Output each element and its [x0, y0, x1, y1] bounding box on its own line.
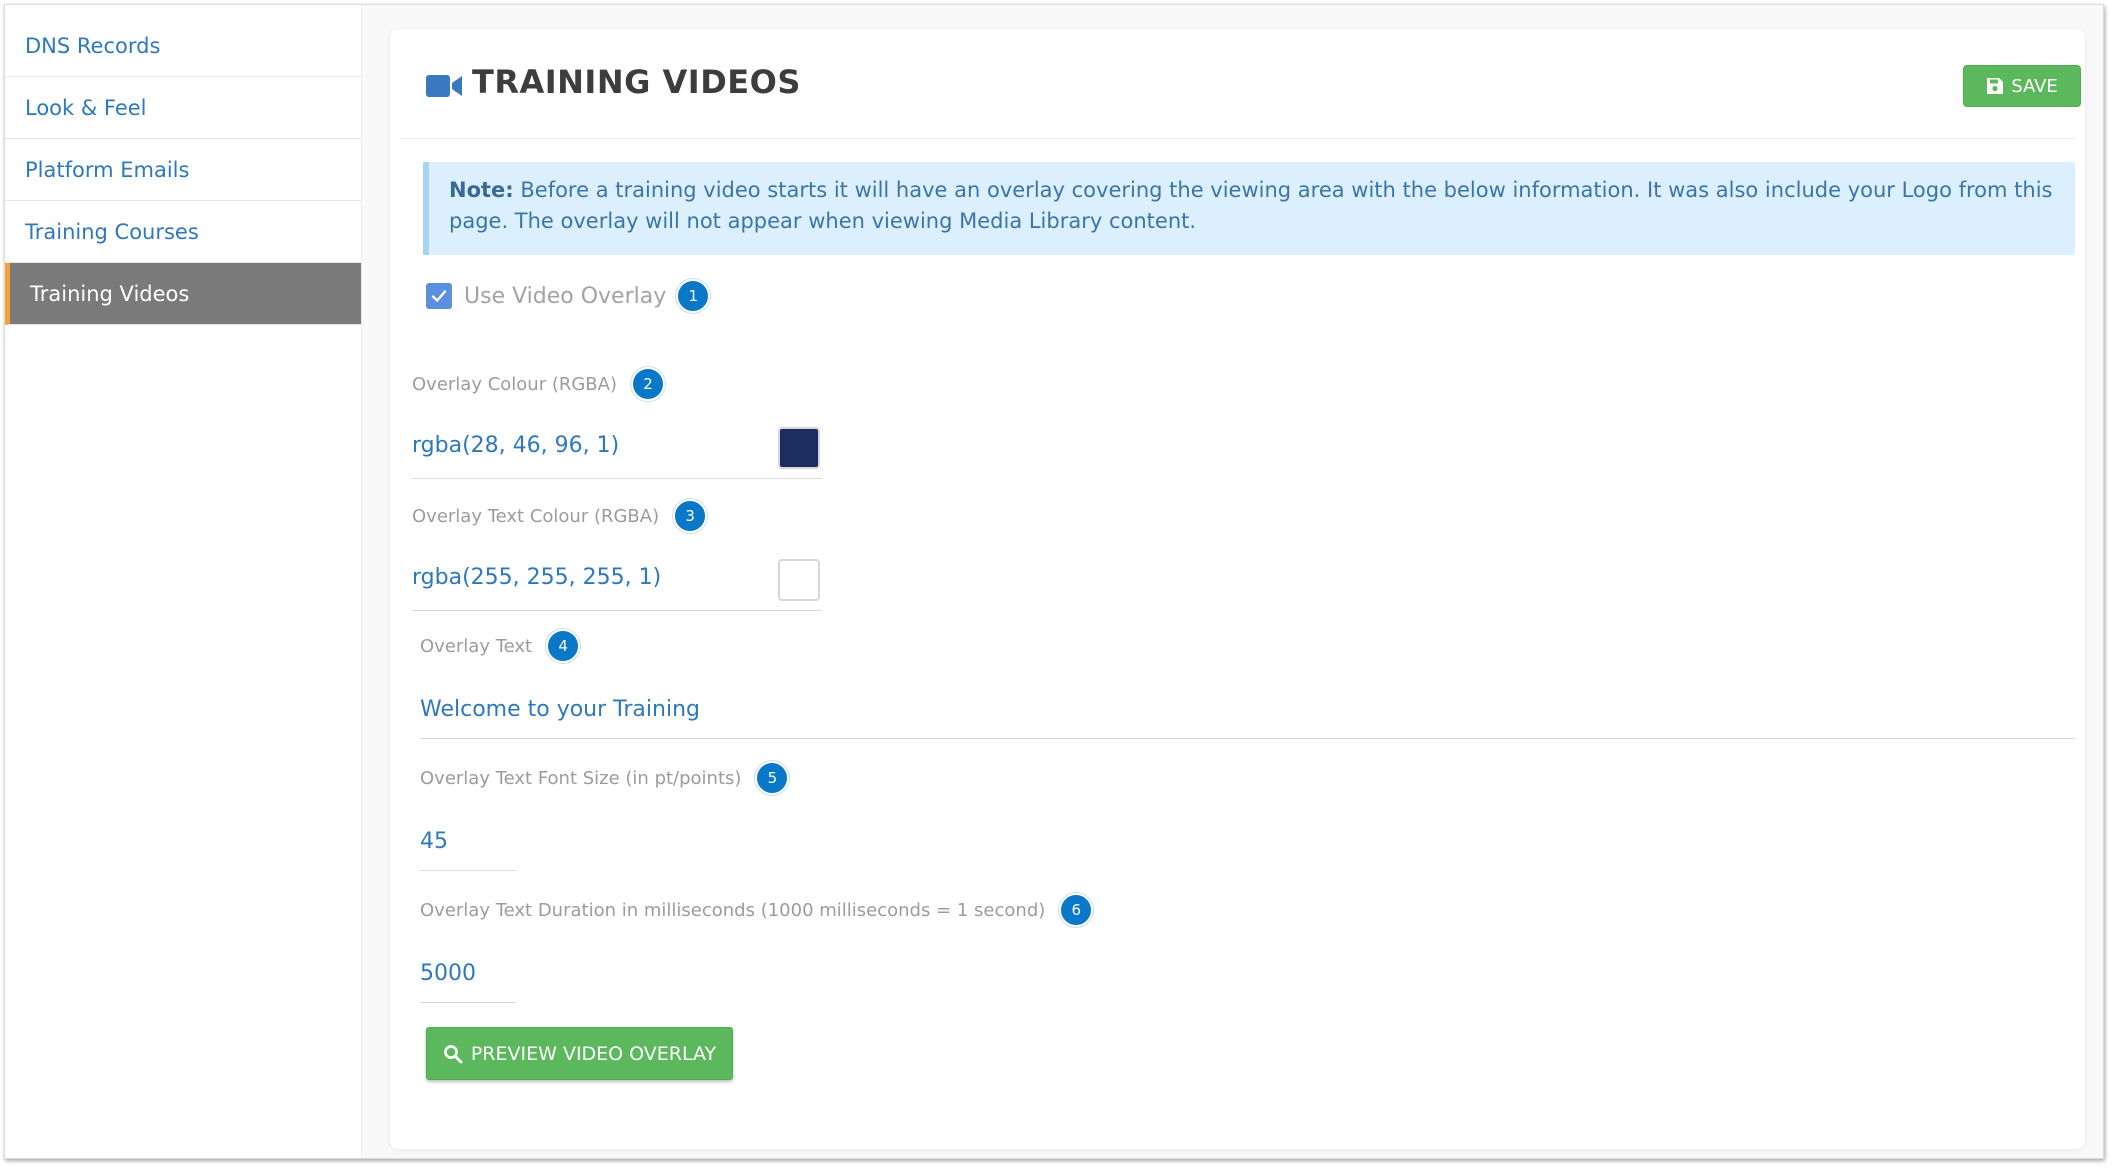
video-camera-icon — [426, 75, 462, 97]
search-icon — [443, 1044, 463, 1063]
step-badge: 1 — [676, 279, 711, 313]
step-badge: 2 — [631, 367, 665, 401]
overlay-colour-label: Overlay Colour (RGBA) — [412, 373, 617, 395]
step-badge: 3 — [673, 499, 708, 533]
font-size-input[interactable]: 45 — [420, 823, 516, 871]
training-videos-panel: TRAINING VIDEOS SAVE Note: Before a trai… — [390, 29, 2085, 1149]
settings-sidebar: DNS Records Look & Feel Platform Emails … — [5, 5, 362, 1158]
step-badge: 4 — [546, 629, 581, 663]
overlay-text-colour-swatch[interactable] — [778, 559, 820, 601]
overlay-text-input[interactable]: Welcome to your Training — [420, 691, 2075, 739]
preview-button-label: PREVIEW VIDEO OVERLAY — [470, 1042, 717, 1065]
overlay-text-colour-value: rgba(255, 255, 255, 1) — [412, 565, 662, 590]
floppy-disk-icon — [1987, 78, 2004, 94]
overlay-text-field: Overlay Text 4 — [420, 629, 581, 663]
overlay-colour-value: rgba(28, 46, 96, 1) — [412, 433, 620, 458]
duration-value: 5000 — [420, 961, 476, 986]
sidebar-item-training-videos[interactable]: Training Videos — [5, 263, 361, 325]
overlay-text-colour-field: Overlay Text Colour (RGBA) 3 — [412, 499, 708, 533]
overlay-text-colour-input[interactable]: rgba(255, 255, 255, 1) — [412, 559, 822, 611]
sidebar-item-label: DNS Records — [25, 33, 161, 58]
info-note: Note: Before a training video starts it … — [423, 162, 2075, 255]
step-badge: 5 — [755, 761, 790, 795]
overlay-colour-swatch[interactable] — [778, 427, 820, 469]
overlay-colour-input[interactable]: rgba(28, 46, 96, 1) — [412, 427, 822, 479]
sidebar-item-look-and-feel[interactable]: Look & Feel — [5, 77, 361, 139]
duration-field: Overlay Text Duration in milliseconds (1… — [420, 893, 1094, 927]
overlay-text-colour-label: Overlay Text Colour (RGBA) — [412, 505, 660, 527]
sidebar-item-dns-records[interactable]: DNS Records — [5, 15, 361, 77]
duration-input[interactable]: 5000 — [420, 955, 516, 1003]
font-size-label: Overlay Text Font Size (in pt/points) — [420, 767, 742, 789]
use-video-overlay-checkbox[interactable] — [426, 283, 452, 309]
overlay-text-label: Overlay Text — [420, 635, 533, 657]
note-prefix: Note: — [449, 178, 514, 202]
sidebar-item-platform-emails[interactable]: Platform Emails — [5, 139, 361, 201]
sidebar-item-label: Training Videos — [30, 281, 190, 306]
panel-header: TRAINING VIDEOS SAVE — [400, 29, 2081, 139]
sidebar-item-label: Look & Feel — [25, 95, 147, 120]
step-badge: 6 — [1059, 893, 1094, 927]
use-video-overlay-row: Use Video Overlay 1 — [426, 279, 711, 313]
overlay-text-value: Welcome to your Training — [420, 697, 700, 722]
use-video-overlay-label[interactable]: Use Video Overlay — [464, 284, 666, 309]
checkmark-icon — [431, 290, 447, 302]
duration-label: Overlay Text Duration in milliseconds (1… — [420, 899, 1046, 921]
font-size-value: 45 — [420, 829, 448, 854]
note-text: Before a training video starts it will h… — [449, 178, 2053, 233]
sidebar-item-label: Platform Emails — [25, 157, 190, 182]
font-size-field: Overlay Text Font Size (in pt/points) 5 — [420, 761, 790, 795]
page-title: TRAINING VIDEOS — [472, 63, 801, 101]
sidebar-item-label: Training Courses — [25, 219, 199, 244]
overlay-colour-field: Overlay Colour (RGBA) 2 — [412, 367, 665, 401]
app-window: DNS Records Look & Feel Platform Emails … — [4, 4, 2104, 1159]
save-button[interactable]: SAVE — [1963, 65, 2081, 107]
save-button-label: SAVE — [2011, 75, 2058, 97]
sidebar-item-training-courses[interactable]: Training Courses — [5, 201, 361, 263]
preview-video-overlay-button[interactable]: PREVIEW VIDEO OVERLAY — [426, 1027, 733, 1080]
